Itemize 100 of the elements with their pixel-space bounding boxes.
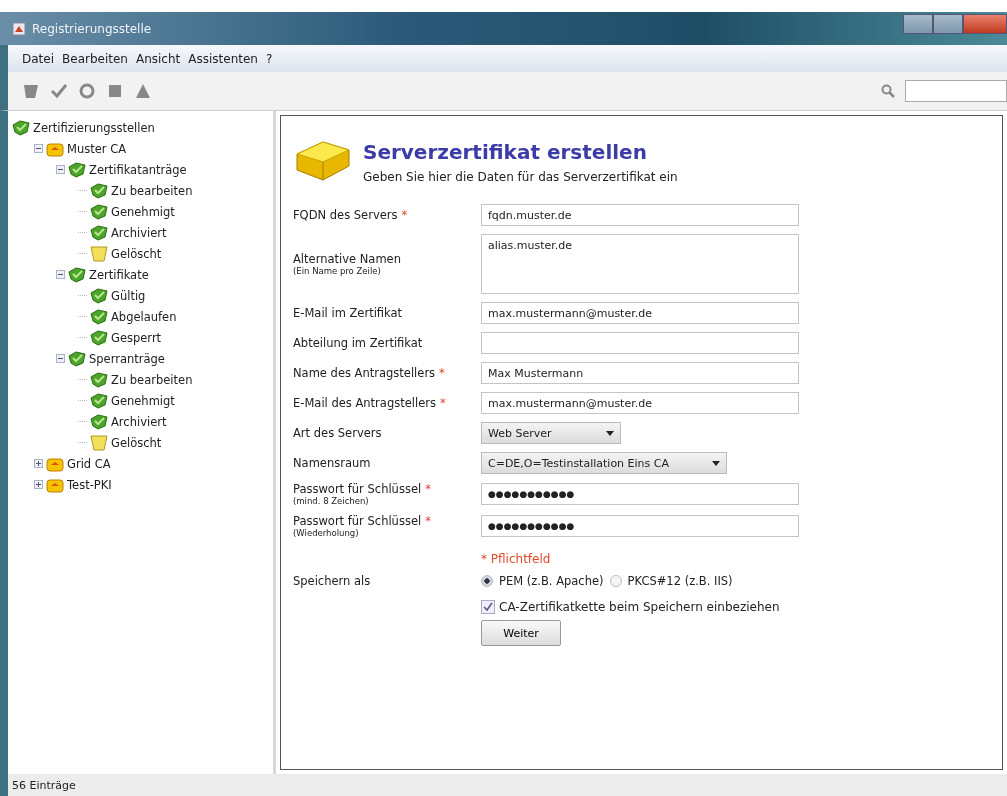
tree-item[interactable]: Gesperrt — [111, 330, 162, 345]
search-field[interactable] — [905, 80, 1007, 102]
triangle-icon[interactable] — [134, 82, 152, 100]
tree-item[interactable]: Genehmigt — [111, 393, 175, 408]
check-icon[interactable] — [50, 82, 68, 100]
app-icon — [12, 21, 26, 36]
tree-item[interactable]: Zertifikate — [89, 267, 149, 282]
authority-icon — [46, 455, 64, 472]
text-area[interactable]: alias.muster.de — [481, 234, 799, 294]
tree-item[interactable]: Zertifizierungsstellen — [33, 120, 155, 135]
menu-item[interactable]: Assistenten — [188, 51, 258, 66]
circle-icon[interactable] — [78, 82, 96, 100]
password-field[interactable]: ●●●●●●●●●●● — [481, 515, 799, 537]
tree-item[interactable]: Archiviert — [111, 414, 167, 429]
radio-button[interactable] — [481, 575, 493, 587]
field-hint: (Ein Name pro Zeile) — [293, 266, 382, 276]
minus-icon[interactable] — [56, 354, 65, 363]
field-hint: (Wiederholung) — [293, 528, 360, 538]
tree-item[interactable]: Zu bearbeiten — [111, 183, 193, 198]
certificate-icon — [90, 182, 108, 199]
tree-item[interactable]: Zertifikatanträge — [89, 162, 187, 177]
menu-item[interactable]: Ansicht — [135, 51, 181, 66]
next-button[interactable]: Weiter — [481, 620, 561, 646]
field-label: Alternative Namen — [293, 252, 401, 266]
dropdown[interactable]: C=DE,O=Testinstallation Eins CA — [481, 452, 727, 474]
tree-item[interactable]: Sperranträge — [89, 351, 165, 366]
field-label: E-Mail im Zertifikat — [293, 306, 403, 320]
certificate-icon — [90, 287, 108, 304]
required-note: * Pflichtfeld — [481, 552, 552, 566]
authority-icon — [46, 476, 64, 493]
dropdown[interactable]: Web Server — [481, 422, 621, 444]
tree-item[interactable]: Gelöscht — [111, 246, 162, 261]
minus-icon[interactable] — [34, 144, 43, 153]
tree-item[interactable]: Grid CA — [67, 456, 111, 471]
radio-label[interactable]: PEM (z.B. Apache) — [499, 574, 604, 588]
field-label: Passwort für Schlüssel — [293, 482, 422, 496]
plus-icon[interactable] — [34, 459, 43, 468]
text-field[interactable]: max.mustermann@muster.de — [481, 392, 799, 414]
field-label: Passwort für Schlüssel — [293, 514, 422, 528]
caret-icon — [606, 430, 614, 436]
checkbox[interactable] — [481, 600, 495, 614]
menu-item[interactable]: Bearbeiten — [62, 51, 128, 66]
certificate-icon — [90, 224, 108, 241]
field-label: FQDN des Servers — [293, 208, 398, 222]
authority-icon — [46, 140, 64, 157]
certificate-icon — [90, 392, 108, 409]
form-title: Serverzertifikat erstellen — [363, 140, 648, 164]
password-field[interactable]: ●●●●●●●●●●● — [481, 483, 799, 505]
status-text: 56 Einträge — [12, 778, 76, 792]
tree-item[interactable]: Muster CA — [67, 141, 127, 156]
menu-item[interactable]: Datei — [22, 51, 54, 66]
minimize-button[interactable] — [903, 14, 933, 34]
certificate-icon — [90, 203, 108, 220]
maximize-button[interactable] — [933, 14, 963, 34]
tree-item[interactable]: Gültig — [111, 288, 146, 303]
certificate-icon — [68, 161, 86, 178]
certificate-icon — [90, 371, 108, 388]
required-mark: * — [425, 514, 431, 528]
field-label: Art des Servers — [293, 426, 382, 440]
required-mark: * — [401, 208, 408, 222]
checkbox-label[interactable]: CA-Zertifikatkette beim Speichern einbeziehen — [499, 600, 780, 614]
field-label: Namensraum — [293, 456, 371, 470]
bin-icon — [90, 245, 108, 262]
menu-item[interactable]: ? — [265, 51, 273, 66]
square-icon[interactable] — [106, 82, 124, 100]
search-icon — [881, 84, 895, 98]
certificate-icon — [90, 308, 108, 325]
notepad-icon[interactable] — [22, 82, 40, 100]
field-label: Speichern als — [293, 574, 371, 588]
form-subtitle: Geben Sie hier die Daten für das Serverzertifikat ein — [363, 170, 678, 184]
required-mark: * — [425, 482, 431, 496]
certificate-icon — [90, 413, 108, 430]
radio-button[interactable] — [609, 575, 622, 587]
radio-label[interactable]: PKCS#12 (z.B. IIS) — [627, 574, 733, 588]
field-hint: (mind. 8 Zeichen) — [293, 496, 370, 506]
field-label: Name des Antragstellers — [293, 366, 436, 380]
text-field[interactable]: fqdn.muster.de — [481, 204, 799, 226]
text-field[interactable]: max.mustermann@muster.de — [481, 302, 799, 324]
required-mark: * — [439, 366, 445, 380]
certificate-icon — [90, 329, 108, 346]
window-title: Registrierungsstelle — [32, 21, 152, 36]
text-field[interactable]: Max Mustermann — [481, 362, 799, 384]
certificate-icon — [68, 350, 86, 367]
field-label: Abteilung im Zertifikat — [293, 336, 423, 350]
minus-icon[interactable] — [56, 270, 65, 279]
tree-item[interactable]: Abgelaufen — [111, 309, 177, 324]
plus-icon[interactable] — [34, 480, 43, 489]
text-field[interactable] — [481, 332, 799, 354]
tree-item[interactable]: Archiviert — [111, 225, 167, 240]
certificate-icon — [68, 266, 86, 283]
tree-item[interactable]: Test-PKI — [67, 477, 112, 492]
close-button[interactable] — [963, 14, 1007, 34]
caret-icon — [712, 460, 720, 466]
tree-item[interactable]: Zu bearbeiten — [111, 372, 193, 387]
minus-icon[interactable] — [56, 165, 65, 174]
field-label: E-Mail des Antragstellers — [293, 396, 436, 410]
tree-item[interactable]: Gelöscht — [111, 435, 162, 450]
certificate-icon — [12, 119, 30, 136]
required-mark: * — [439, 396, 446, 410]
tree-item[interactable]: Genehmigt — [111, 204, 175, 219]
